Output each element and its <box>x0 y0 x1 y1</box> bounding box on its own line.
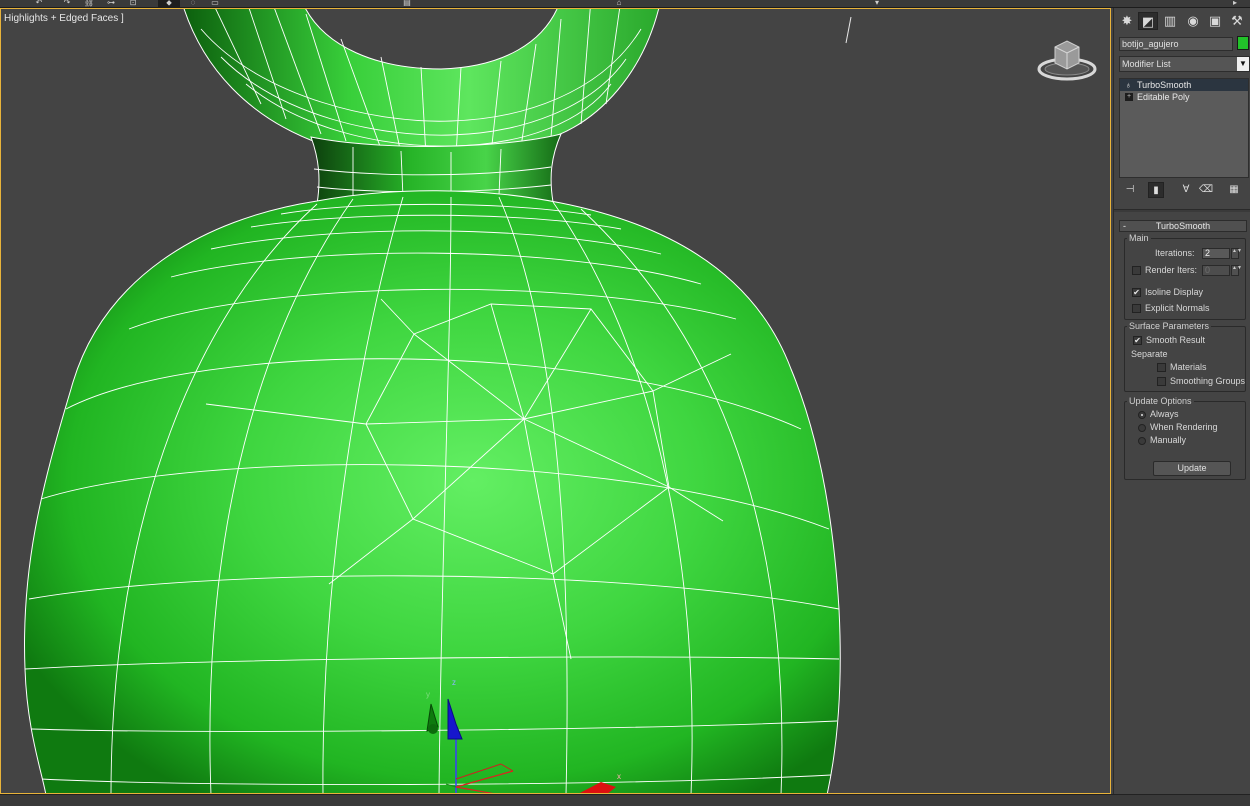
create-tab-icon[interactable]: ✸ <box>1117 12 1137 30</box>
turbosmooth-rollout-header[interactable]: - TurboSmooth <box>1119 220 1247 232</box>
remove-modifier-icon[interactable]: ⌫ <box>1198 182 1214 198</box>
iterations-spinner[interactable]: 2 <box>1202 248 1230 259</box>
svg-text:z: z <box>452 678 456 687</box>
separate-label: Separate <box>1131 349 1168 359</box>
pin-stack-icon[interactable]: ⊣ <box>1122 182 1138 198</box>
viewport-scene: z y x <box>24 9 1097 793</box>
command-panel: ✸ ◩ ▥ ◉ ▣ ⚒ botijo_agujero Modifier List… <box>1113 8 1250 794</box>
chevron-down-icon[interactable]: ▼ <box>1237 57 1249 71</box>
modifier-list-label: Modifier List <box>1122 59 1171 69</box>
scale-icon[interactable]: ▭ <box>208 0 222 7</box>
iterations-label: Iterations: <box>1155 248 1195 258</box>
redo-icon[interactable]: ↷ <box>60 0 74 7</box>
hierarchy-tab-icon[interactable]: ▥ <box>1160 12 1180 30</box>
viewcube-icon[interactable] <box>1037 40 1097 81</box>
svg-text:y: y <box>426 690 430 699</box>
isoline-display-checkbox[interactable]: ✔ <box>1132 288 1141 297</box>
render-iters-spinner[interactable]: 0 <box>1202 265 1230 276</box>
render-iters-label: Render Iters: <box>1145 265 1198 275</box>
toolbar-dropdown-icon[interactable]: ▾ <box>870 0 884 7</box>
object-name-field[interactable]: botijo_agujero <box>1119 37 1233 51</box>
cursor-trace <box>845 16 852 44</box>
manually-radio[interactable] <box>1138 437 1146 445</box>
spinner-arrows-icon[interactable]: ▲▼ <box>1231 248 1242 259</box>
configure-sets-icon[interactable]: ▦ <box>1226 182 1242 198</box>
viewport-shading-label[interactable]: Highlights + Edged Faces ] <box>4 13 124 24</box>
panel-separator <box>1114 209 1250 212</box>
status-bar <box>0 794 1250 806</box>
modifier-stack[interactable]: ♁ TurboSmooth + Editable Poly <box>1119 78 1249 178</box>
isoline-display-label: Isoline Display <box>1145 287 1204 297</box>
explicit-normals-label: Explicit Normals <box>1145 303 1210 313</box>
lightbulb-icon[interactable]: ♁ <box>1125 79 1132 91</box>
snap-icon[interactable]: ⌂ <box>612 0 626 7</box>
stack-item-label: TurboSmooth <box>1137 80 1192 90</box>
body-mesh <box>24 190 841 793</box>
collapse-icon[interactable]: - <box>1123 221 1126 231</box>
materials-checkbox[interactable] <box>1157 363 1166 372</box>
manually-label: Manually <box>1150 435 1187 445</box>
motion-tab-icon[interactable]: ◉ <box>1183 12 1203 30</box>
rotate-icon[interactable]: ◌ <box>186 0 200 7</box>
stack-item-label: Editable Poly <box>1137 92 1190 102</box>
explicit-normals-checkbox[interactable] <box>1132 304 1141 313</box>
bind-icon[interactable]: ⊡ <box>126 0 140 7</box>
always-radio[interactable] <box>1138 411 1146 419</box>
surface-parameters-group: Surface Parameters ✔ Smooth Result Separ… <box>1124 321 1246 392</box>
smoothing-groups-checkbox[interactable] <box>1157 377 1166 386</box>
main-toolbar: ↶ ↷ ⛓ ⊶ ⊡ ⬥ ◌ ▭ ▤ ⌂ ▾ ▸ <box>0 0 1250 8</box>
modify-tab-icon[interactable]: ◩ <box>1138 12 1158 30</box>
select-icon[interactable]: ⬥ <box>158 0 180 7</box>
toolbar-end-icon[interactable]: ▸ <box>1228 0 1242 7</box>
stack-item-turbosmooth[interactable]: ♁ TurboSmooth <box>1120 79 1248 91</box>
smoothing-groups-label: Smoothing Groups <box>1170 376 1246 386</box>
undo-icon[interactable]: ↶ <box>32 0 46 7</box>
update-options-title: Update Options <box>1127 396 1194 406</box>
when-rendering-label: When Rendering <box>1150 422 1218 432</box>
show-end-result-icon[interactable]: ▮ <box>1148 182 1164 198</box>
always-label: Always <box>1150 409 1179 419</box>
modifier-list-dropdown[interactable]: Modifier List ▼ <box>1119 56 1250 72</box>
smooth-result-label: Smooth Result <box>1146 335 1206 345</box>
render-iters-checkbox[interactable] <box>1132 266 1141 275</box>
utilities-tab-icon[interactable]: ⚒ <box>1227 12 1247 30</box>
link-icon[interactable]: ⛓ <box>82 0 96 7</box>
perspective-viewport[interactable]: z y x Highlights + Edged Faces ] <box>0 8 1111 794</box>
object-color-swatch[interactable] <box>1237 36 1249 50</box>
main-group-title: Main <box>1127 233 1151 243</box>
expand-icon[interactable]: + <box>1125 93 1133 101</box>
svg-text:x: x <box>617 772 621 781</box>
when-rendering-radio[interactable] <box>1138 424 1146 432</box>
named-selection-icon[interactable]: ▤ <box>400 0 414 7</box>
spinner-arrows-icon[interactable]: ▲▼ <box>1231 265 1242 276</box>
smooth-result-checkbox[interactable]: ✔ <box>1133 336 1142 345</box>
materials-label: Materials <box>1170 362 1207 372</box>
rollout-title: TurboSmooth <box>1155 221 1211 231</box>
display-tab-icon[interactable]: ▣ <box>1205 12 1225 30</box>
update-options-group: Update Options Always When Rendering Man… <box>1124 396 1246 480</box>
unlink-icon[interactable]: ⊶ <box>104 0 118 7</box>
stack-toolbar: ⊣ ▮ ∀ ⌫ ▦ <box>1122 182 1247 198</box>
main-group: Main Iterations: 2 ▲▼ Render Iters: 0 ▲▼… <box>1124 233 1246 320</box>
command-panel-tabs: ✸ ◩ ▥ ◉ ▣ ⚒ <box>1114 10 1250 32</box>
surface-parameters-title: Surface Parameters <box>1127 321 1212 331</box>
make-unique-icon[interactable]: ∀ <box>1178 182 1194 198</box>
stack-item-editable-poly[interactable]: + Editable Poly <box>1120 91 1248 103</box>
update-button[interactable]: Update <box>1153 461 1231 476</box>
